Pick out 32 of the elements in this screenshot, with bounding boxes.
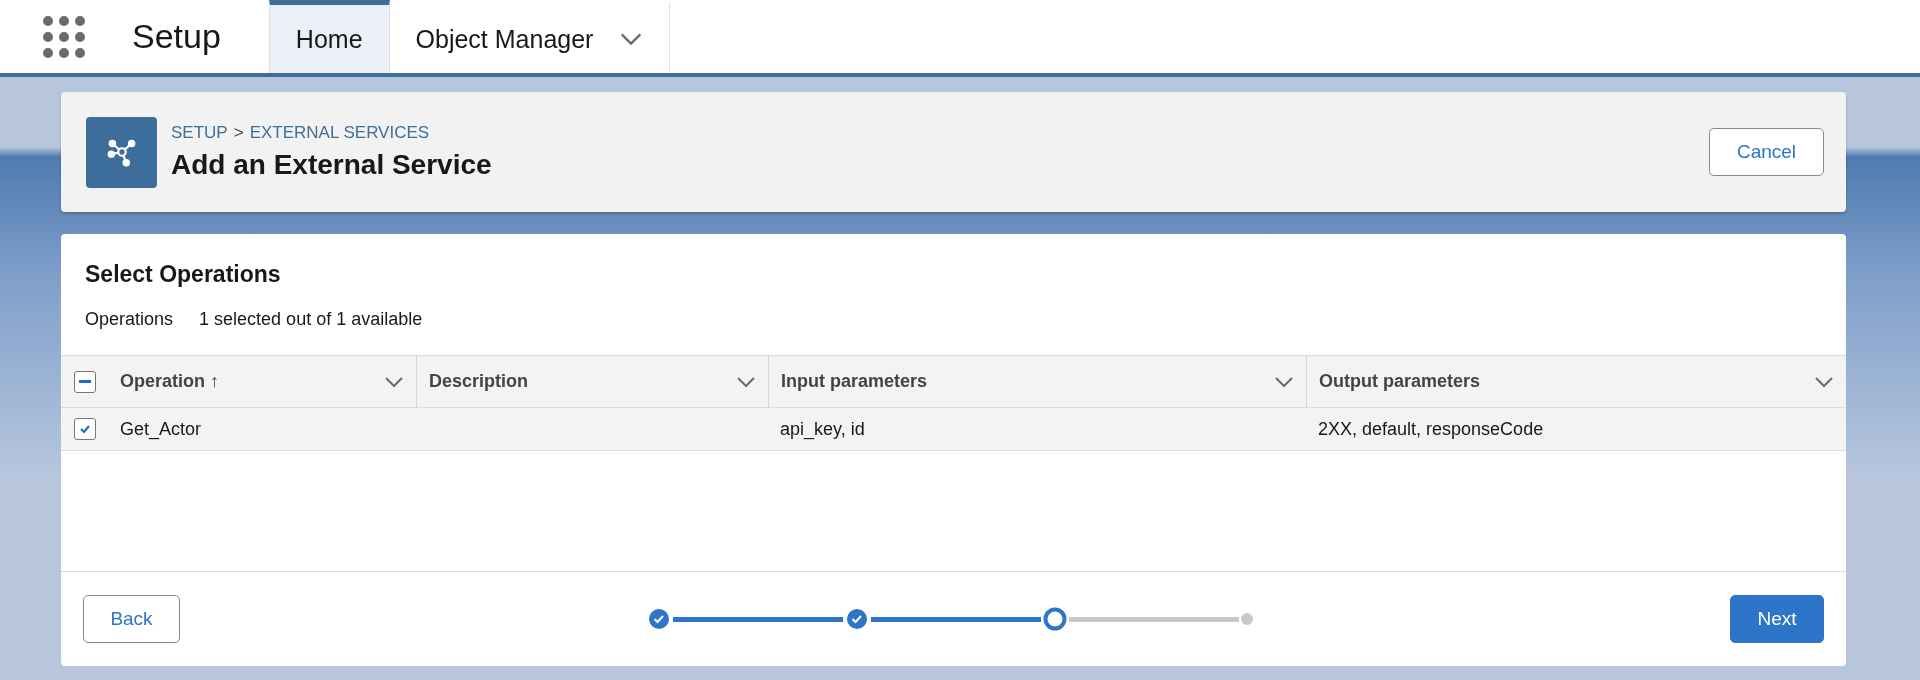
breadcrumb-separator: > — [233, 123, 244, 143]
cancel-button[interactable]: Cancel — [1709, 128, 1824, 176]
table-cell: 2XX, default, responseCode — [1318, 418, 1544, 440]
chevron-down-icon[interactable] — [619, 32, 644, 46]
chevron-down-icon[interactable] — [1814, 375, 1834, 388]
service-icon — [86, 116, 157, 188]
app-launcher-icon[interactable] — [42, 14, 86, 59]
breadcrumb-link[interactable]: EXTERNAL SERVICES — [249, 123, 430, 143]
table-cell: Get_Actor — [120, 418, 202, 440]
chevron-down-icon[interactable] — [1274, 375, 1294, 388]
column-header[interactable]: Input parameters — [768, 356, 1306, 407]
column-header[interactable]: Operation ↑ — [108, 356, 416, 407]
column-header[interactable]: Description — [416, 356, 768, 407]
next-button[interactable]: Next — [1730, 595, 1824, 643]
breadcrumb-link[interactable]: SETUP — [171, 123, 228, 143]
summary-label: Operations — [85, 309, 174, 330]
section-title: Select Operations — [84, 260, 282, 288]
current-step-icon[interactable] — [1043, 607, 1067, 631]
column-header[interactable]: Output parameters — [1306, 356, 1846, 407]
chevron-down-icon[interactable] — [736, 375, 756, 388]
nav-tab[interactable]: Object Manager — [389, 0, 671, 73]
summary-value: 1 selected out of 1 available — [199, 309, 423, 330]
app-name: Setup — [132, 17, 221, 56]
completed-step-icon[interactable] — [647, 607, 671, 631]
completed-step-icon[interactable] — [845, 607, 869, 631]
row-checkbox[interactable] — [73, 418, 96, 440]
back-button[interactable]: Back — [83, 595, 180, 643]
nav-tab[interactable]: Home — [268, 0, 390, 73]
page-title: Add an External Service — [171, 149, 493, 181]
select-all-checkbox[interactable] — [73, 370, 96, 393]
table-cell: api_key, id — [780, 418, 865, 440]
chevron-down-icon[interactable] — [384, 375, 404, 388]
